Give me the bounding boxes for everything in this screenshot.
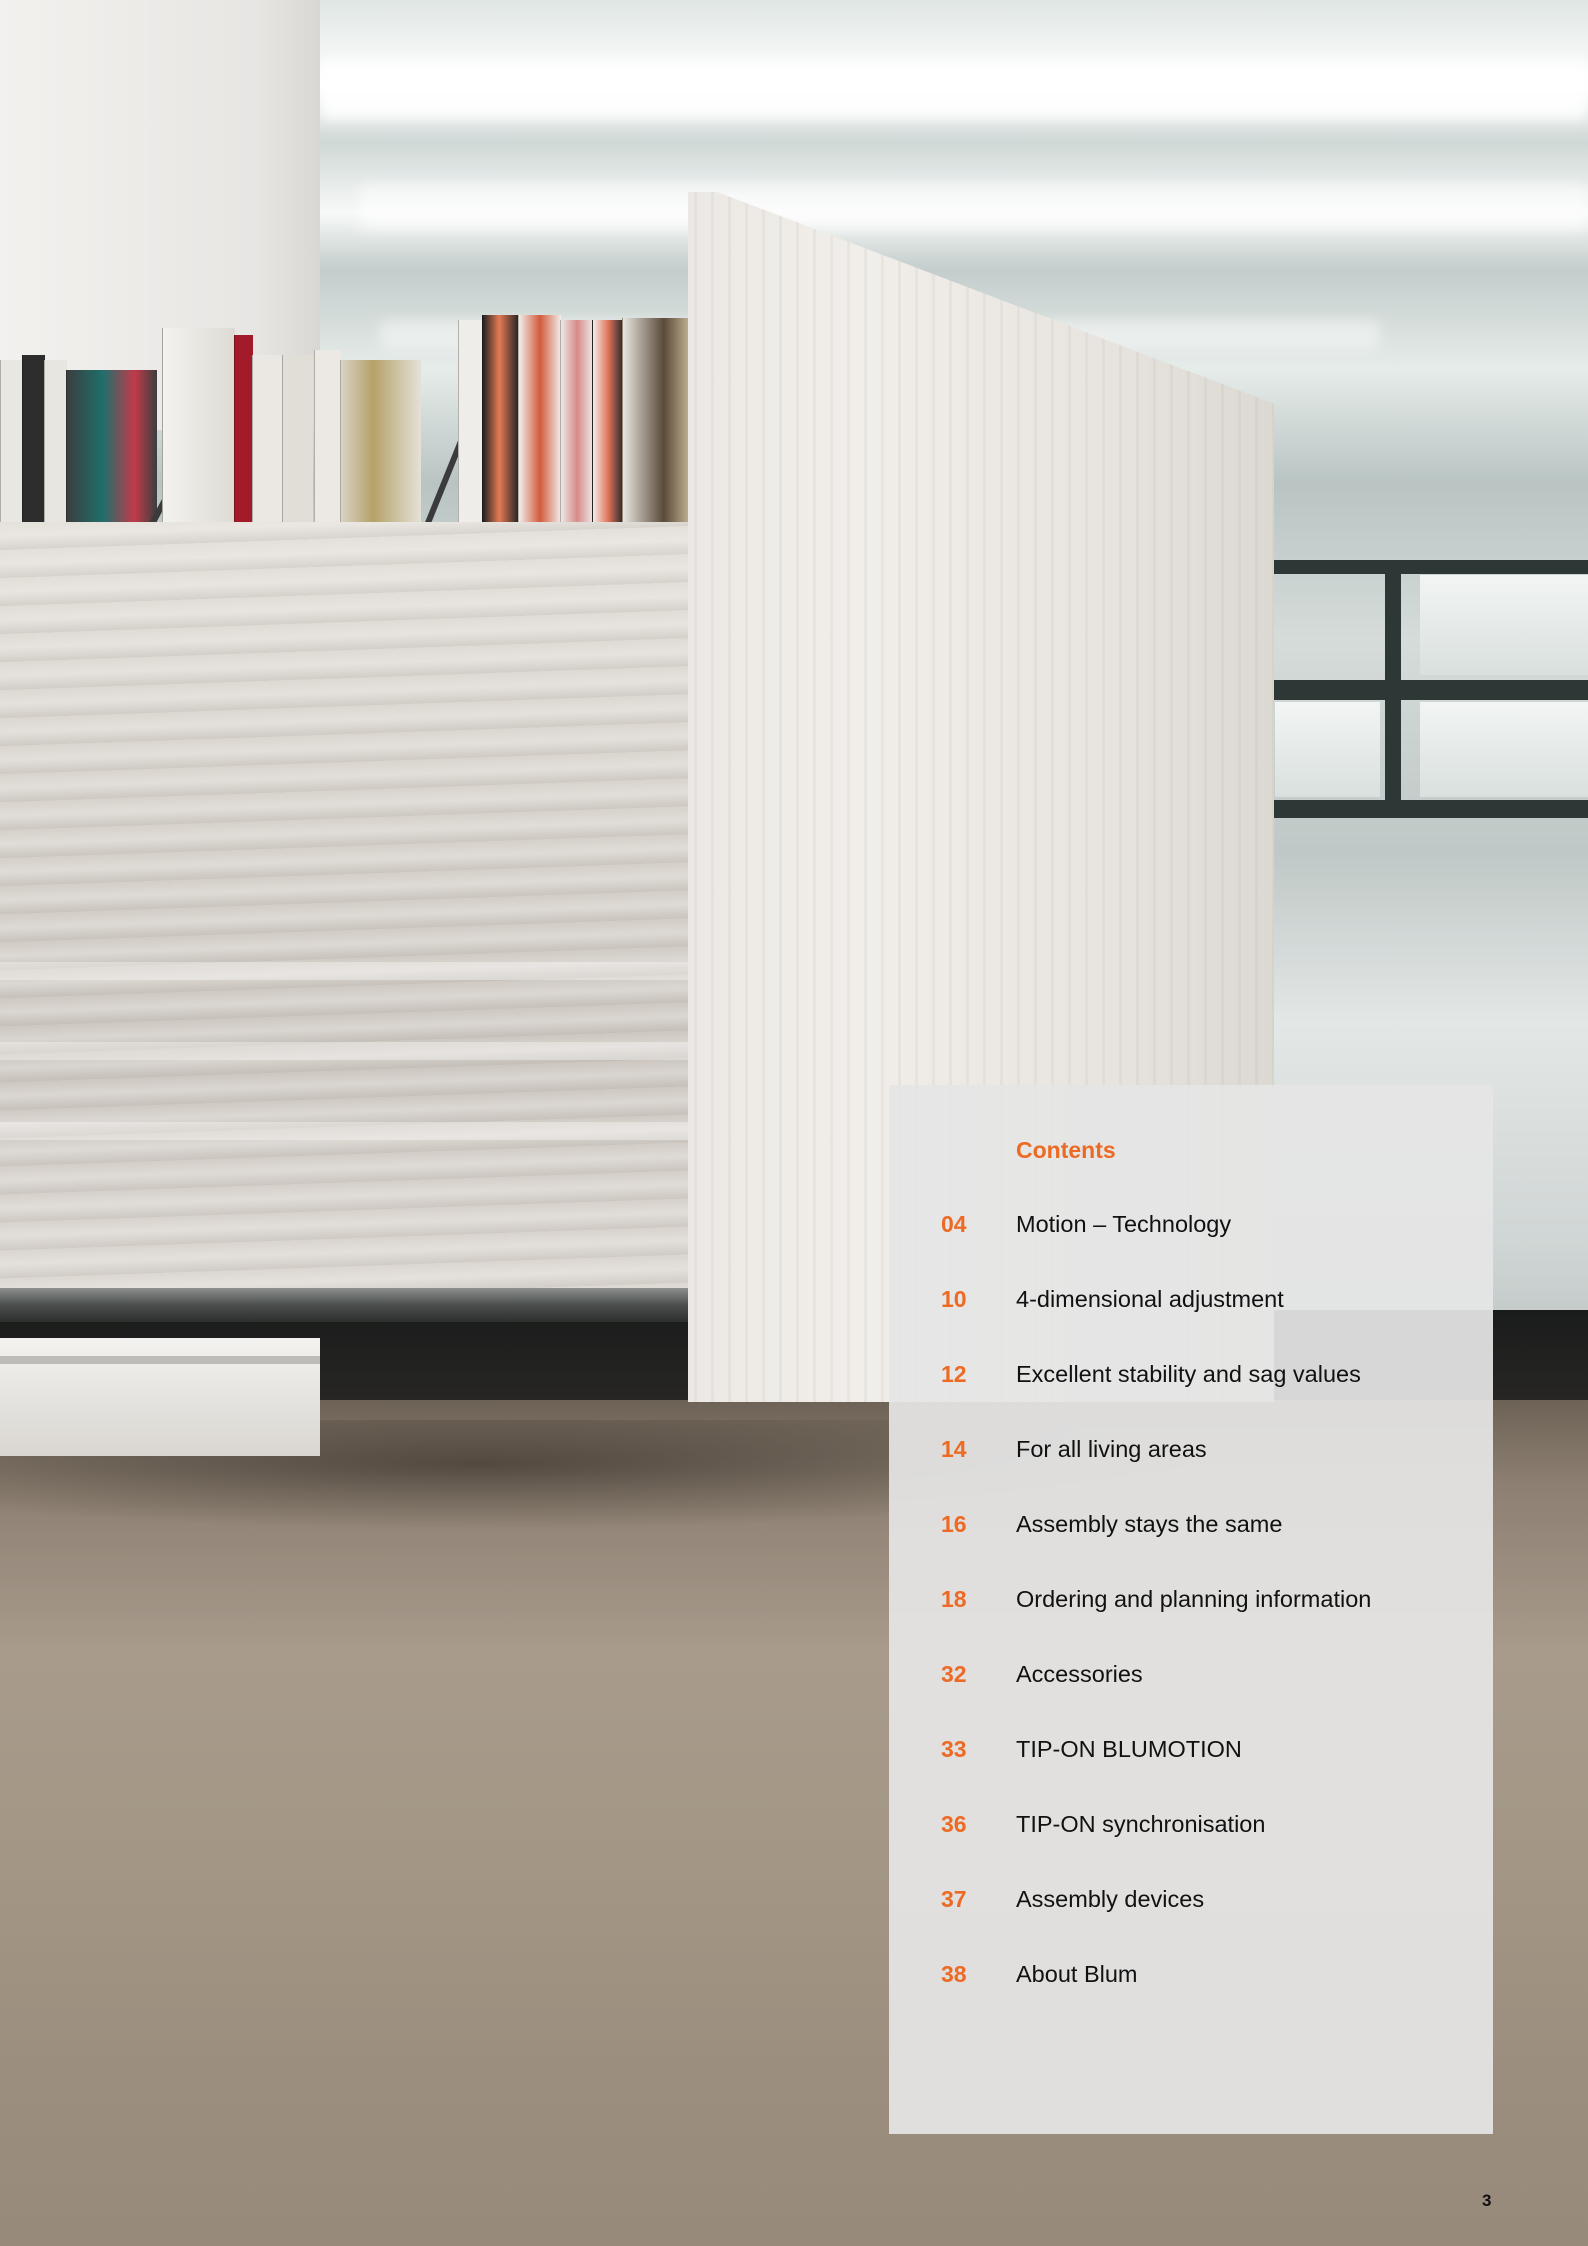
toc-label: Excellent stability and sag values [1016,1361,1361,1387]
table-of-contents: 04 Motion – Technology 10 4-dimensional ad… [889,1195,1493,2020]
toc-label: Assembly devices [1016,1886,1205,1912]
window-pane [1275,702,1380,797]
toc-page-number: 32 [941,1661,967,1687]
toc-label: TIP-ON BLUMOTION [1016,1736,1242,1762]
toc-entry[interactable]: 12 Excellent stability and sag values [889,1345,1493,1420]
toc-entry[interactable]: 36 TIP-ON synchronisation [889,1795,1493,1870]
wood-grain [0,1122,690,1140]
toc-entry[interactable]: 33 TIP-ON BLUMOTION [889,1720,1493,1795]
toc-label: Motion – Technology [1016,1211,1232,1237]
window-frame [1230,560,1588,574]
toc-entry[interactable]: 38 About Blum [889,1945,1493,2020]
toc-label: TIP-ON synchronisation [1016,1811,1266,1837]
contents-title: Contents [1016,1137,1116,1163]
toc-page-number: 36 [941,1811,967,1837]
ceiling-light [320,60,1588,120]
toc-label: Accessories [1016,1661,1143,1687]
contents-panel: Contents 04 Motion – Technology 10 4-dimen… [889,1085,1493,2134]
magazine-row [0,290,691,562]
window-pane [1420,575,1588,675]
toc-page-number: 16 [941,1511,967,1537]
toc-page-number: 37 [941,1886,967,1912]
toc-entry[interactable]: 37 Assembly devices [889,1870,1493,1945]
toc-label: Assembly stays the same [1016,1511,1283,1537]
toc-entry[interactable]: 16 Assembly stays the same [889,1495,1493,1570]
window-frame [1230,680,1588,700]
toc-page-number: 10 [941,1286,967,1312]
wood-grain [0,962,690,980]
window-frame [1230,800,1588,818]
toc-entry[interactable]: 32 Accessories [889,1645,1493,1720]
toc-entry[interactable]: 04 Motion – Technology [889,1195,1493,1270]
toc-page-number: 38 [941,1961,967,1987]
window-frame [1385,560,1401,810]
toc-page-number: 04 [941,1211,967,1237]
wood-grain [0,1042,690,1060]
toc-entry[interactable]: 14 For all living areas [889,1420,1493,1495]
toc-page-number: 12 [941,1361,967,1387]
toc-page-number: 18 [941,1586,967,1612]
toc-label: Ordering and planning information [1016,1586,1372,1612]
drawer-seam [0,1356,320,1364]
toc-page-number: 14 [941,1436,967,1462]
toc-page-number: 33 [941,1736,967,1762]
ceiling-light [360,185,1588,230]
drawer-runner [0,1288,690,1322]
lower-drawer [0,1338,320,1456]
toc-label: 4-dimensional adjustment [1016,1286,1284,1312]
drawer-side-panel [0,522,690,1292]
toc-entry[interactable]: 18 Ordering and planning information [889,1570,1493,1645]
page-number: 3 [1482,2191,1492,2210]
toc-label: For all living areas [1016,1436,1207,1462]
window-pane [1420,702,1588,797]
toc-entry[interactable]: 10 4-dimensional adjustment [889,1270,1493,1345]
toc-label: About Blum [1016,1961,1138,1987]
